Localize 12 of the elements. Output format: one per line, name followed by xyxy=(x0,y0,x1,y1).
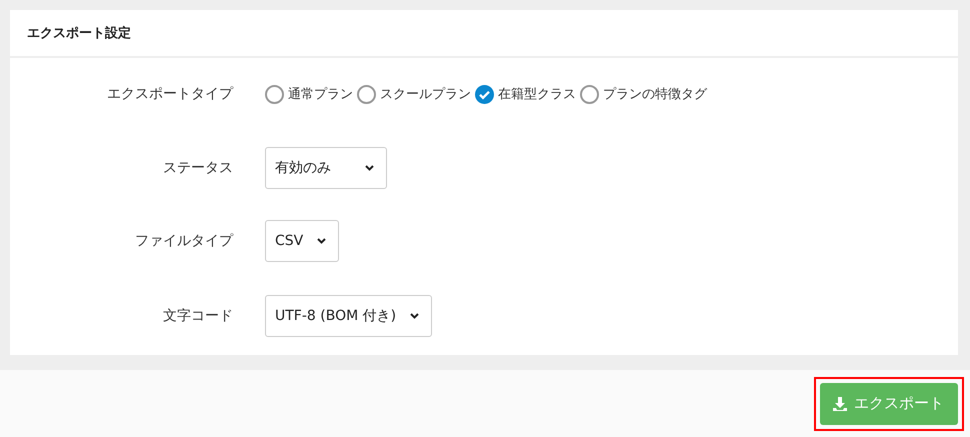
field-label: エクスポートタイプ xyxy=(106,85,234,103)
select-dropdown[interactable]: UTF-8 (BOM 付き) xyxy=(265,295,432,337)
radio-option[interactable]: プランの特徴タグ xyxy=(580,84,707,104)
radio-option[interactable]: 在籍型クラス xyxy=(475,84,576,104)
panel-title: エクスポート設定 xyxy=(27,24,131,42)
field-label: ステータス xyxy=(162,159,234,177)
radio-option[interactable]: スクールプラン xyxy=(357,84,471,104)
radio-option[interactable]: 通常プラン xyxy=(265,84,353,104)
field-label: ファイルタイプ xyxy=(134,232,234,250)
field-label: 文字コード xyxy=(162,307,234,325)
select-dropdown[interactable]: 有効のみ xyxy=(265,147,387,189)
select-dropdown[interactable]: CSV xyxy=(265,220,340,262)
